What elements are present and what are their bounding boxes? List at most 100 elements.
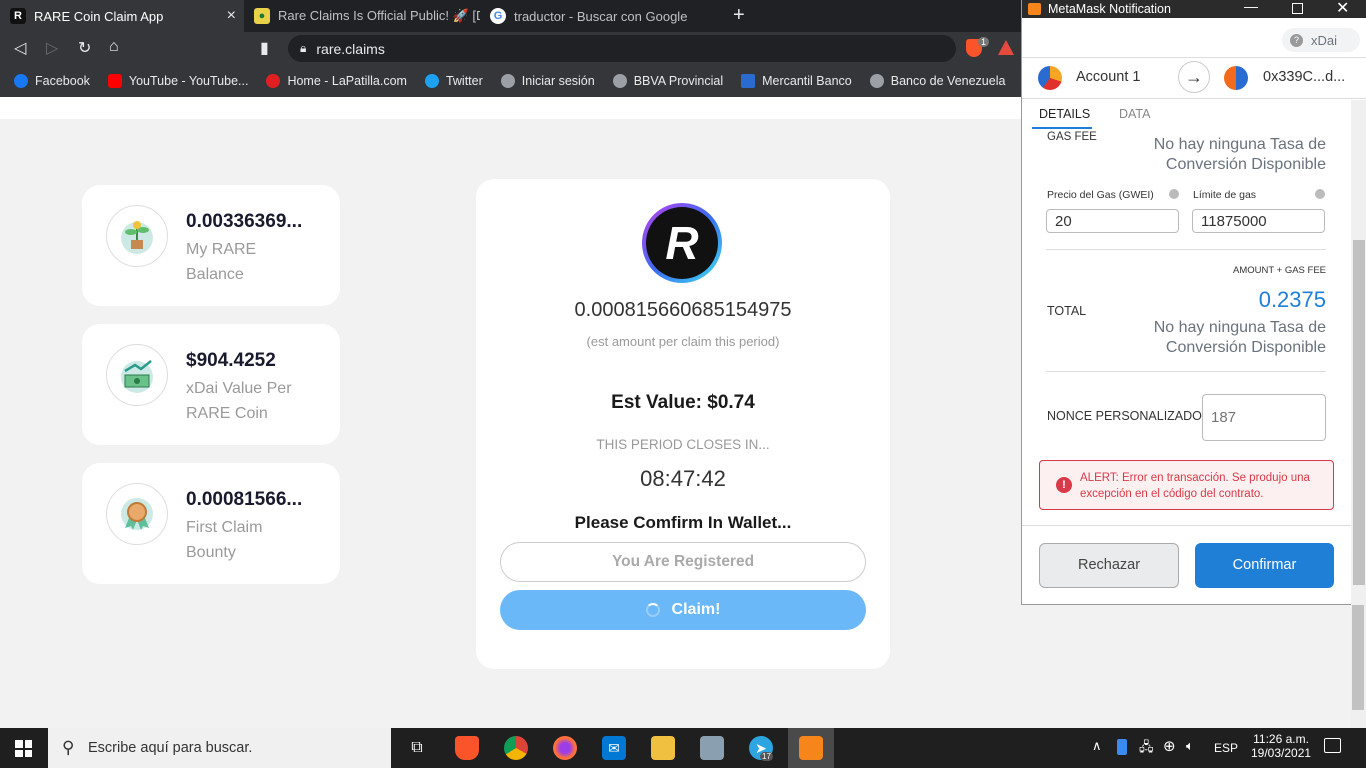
back-icon[interactable]: ◁ [14, 38, 26, 58]
clock-time: 11:26 a.m. [1253, 732, 1309, 746]
stat-value: 0.00336369... [186, 211, 303, 232]
scrollbar-thumb[interactable] [1353, 240, 1365, 585]
page-scrollbar[interactable] [1350, 605, 1366, 728]
rare-favicon-icon: R [10, 8, 26, 24]
network-name: xDai [1311, 32, 1338, 48]
to-address[interactable]: 0x339C...d... [1263, 69, 1345, 85]
confirm-button[interactable]: Confirmar [1195, 543, 1334, 588]
battery-icon[interactable] [1117, 739, 1127, 755]
address-bar[interactable]: 🔒︎ rare.claims [288, 35, 956, 62]
search-placeholder: Escribe aquí para buscar. [88, 740, 253, 756]
bookmark-facebook[interactable]: Facebook [14, 74, 90, 88]
bookmark-lapatilla[interactable]: Home - LaPatilla.com [266, 74, 407, 88]
forward-icon[interactable]: ▷ [46, 38, 58, 58]
firefox-icon[interactable] [553, 736, 577, 760]
stat-value: 0.00081566... [186, 489, 303, 510]
google-favicon-icon: G [490, 8, 506, 24]
new-tab-icon[interactable]: + [733, 4, 745, 27]
gas-fee-conversion: No hay ninguna Tasa de Conversión Dispon… [1153, 136, 1326, 173]
stat-label: xDai Value Per RARE Coin [186, 380, 292, 422]
tab-rare-claims-public[interactable]: ● Rare Claims Is Official Public! 🚀 [Dai… [244, 0, 480, 32]
maximize-icon[interactable] [1292, 3, 1303, 14]
total-label: TOTAL [1047, 304, 1087, 318]
tab-title: Rare Claims Is Official Public! 🚀 [Dail [278, 8, 480, 23]
tray-expand-icon[interactable]: ∧ [1092, 738, 1102, 754]
metamask-taskbar-button[interactable] [788, 728, 834, 768]
info-icon[interactable] [1169, 189, 1179, 199]
divider [1022, 525, 1351, 526]
page-scrollbar-thumb[interactable] [1352, 605, 1364, 710]
network-selector[interactable]: ? xDai [1282, 28, 1360, 52]
network-icon[interactable]: 🖧︎ [1139, 738, 1154, 760]
info-icon[interactable] [1315, 189, 1325, 199]
window-title: MetaMask Notification [1048, 2, 1171, 16]
lock-icon: 🔒︎ [300, 41, 307, 55]
gas-fee-label: GAS FEE [1047, 131, 1097, 143]
from-account[interactable]: Account 1 [1076, 69, 1141, 85]
tab-data[interactable]: DATA [1119, 107, 1150, 121]
lapatilla-icon [266, 74, 281, 88]
minimize-icon[interactable]: — [1244, 0, 1258, 14]
brave-browser-icon[interactable] [455, 736, 479, 760]
claim-button-label: Claim! [671, 601, 721, 618]
metamask-title-bar: MetaMask Notification — ✕ [1022, 0, 1366, 18]
stat-card-balance: 0.00336369... My RARE Balance [82, 185, 340, 306]
mail-icon[interactable]: ✉ [602, 736, 626, 760]
divider [1046, 249, 1326, 250]
task-view-icon[interactable]: ⧉ [405, 736, 429, 760]
bookmark-bbva[interactable]: BBVA Provincial [612, 74, 723, 88]
claim-button[interactable]: Claim! [500, 590, 866, 630]
telegram-badge: 17 [760, 752, 773, 761]
bookmark-mercantil[interactable]: Mercantil Banco [741, 74, 852, 88]
arrow-right-icon: → [1178, 61, 1210, 93]
registered-button[interactable]: You Are Registered [500, 542, 866, 582]
mercantil-icon [741, 74, 756, 88]
home-icon[interactable]: ⌂ [109, 38, 119, 56]
claim-card: R 0.000815660685154975 (est amount per c… [476, 179, 890, 669]
divider [1022, 98, 1366, 99]
bookmark-iniciar-sesion[interactable]: Iniciar sesión [500, 74, 595, 88]
search-icon: ⚲ [62, 738, 75, 757]
notifications-icon[interactable] [1324, 738, 1341, 753]
close-tab-icon[interactable]: × [227, 7, 236, 25]
page-header-strip [0, 97, 1022, 119]
site-favicon-icon: ● [254, 8, 270, 24]
clock[interactable]: 11:26 a.m. 19/03/2021 [1251, 732, 1311, 760]
reload-icon[interactable]: ↻ [78, 38, 91, 58]
alert-message: ALERT: Error en transacción. Se produjo … [1080, 472, 1310, 500]
bookmark-banco-venezuela[interactable]: Banco de Venezuela [869, 74, 1005, 88]
medal-icon [106, 483, 168, 545]
remote-desktop-icon[interactable] [700, 736, 724, 760]
language-indicator[interactable]: ESP [1214, 741, 1238, 755]
tab-details[interactable]: DETAILS [1039, 107, 1090, 121]
volume-icon[interactable]: 🔈︎ [1186, 738, 1194, 754]
taskbar-search[interactable]: ⚲ Escribe aquí para buscar. [48, 728, 391, 768]
claim-amount-note: (est amount per claim this period) [586, 334, 780, 349]
nonce-input[interactable] [1202, 394, 1326, 441]
gas-limit-input[interactable] [1192, 209, 1325, 233]
bookmark-twitter[interactable]: Twitter [424, 74, 483, 88]
metamask-fox-icon [799, 736, 823, 760]
tab-traductor[interactable]: G traductor - Buscar con Google [480, 0, 730, 32]
brave-rewards-icon[interactable] [998, 40, 1014, 55]
gas-price-input[interactable] [1046, 209, 1179, 233]
rare-logo-icon: R [642, 203, 722, 283]
amount-gas-label: AMOUNT + GAS FEE [1233, 265, 1326, 276]
globe-icon[interactable]: ⊕ [1163, 737, 1176, 755]
total-value: 0.2375 [1258, 287, 1326, 312]
confirm-wallet-message: Please Comfirm In Wallet... [574, 513, 792, 532]
gas-limit-label: Límite de gas [1193, 189, 1257, 201]
account-avatar [1038, 66, 1062, 90]
chrome-icon[interactable] [504, 736, 528, 760]
shield-badge: 1 [978, 37, 990, 47]
metamask-window: MetaMask Notification — ✕ ? xDai Account… [1021, 0, 1366, 605]
reject-button[interactable]: Rechazar [1039, 543, 1179, 588]
est-value: Est Value: $0.74 [611, 392, 755, 413]
close-window-icon[interactable]: ✕ [1336, 0, 1349, 18]
file-explorer-icon[interactable] [651, 736, 675, 760]
tab-rare-coin-claim[interactable]: R RARE Coin Claim App × [0, 0, 244, 32]
bookmark-youtube[interactable]: YouTube - YouTube... [107, 74, 248, 88]
windows-start-icon[interactable] [15, 740, 32, 757]
error-alert: ! ALERT: Error en transacción. Se produj… [1039, 460, 1334, 510]
bookmark-icon[interactable]: ▮ [260, 38, 269, 58]
